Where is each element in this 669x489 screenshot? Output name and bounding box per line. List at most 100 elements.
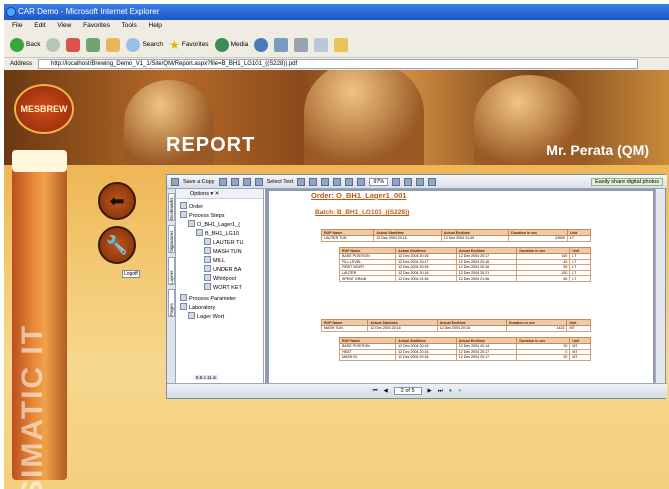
table-row: MASH IN 12 Dec 2004 20:16 12 Dec 2004 20:1…: [338, 354, 591, 361]
first-page-icon[interactable]: ⏮: [373, 388, 378, 395]
pdf-navigation-bar: ⏮ ◀ 2 of 5 ▶ ⏭ ● ●: [167, 383, 667, 398]
menu-view[interactable]: View: [57, 22, 71, 29]
stop-icon[interactable]: [66, 37, 81, 52]
tab-pages[interactable]: Pages: [168, 289, 175, 317]
save-icon[interactable]: [171, 177, 179, 186]
window-title: CAR Demo - Microsoft Internet Explorer: [18, 7, 160, 16]
bookmark-order[interactable]: Order: [180, 202, 203, 211]
back-arrow-icon: [10, 37, 24, 52]
select-text-button[interactable]: Select Text: [267, 179, 294, 185]
bookmark-process-parameter[interactable]: Process Parameter: [180, 294, 236, 303]
wrench-icon: 🔧: [105, 234, 129, 255]
fit-width-icon[interactable]: [345, 177, 354, 186]
mash-steps-table: RUP Name Actual Starttime Actual Endtime…: [338, 337, 591, 361]
snapshot-icon[interactable]: [297, 177, 306, 186]
previous-page-icon[interactable]: ◀: [384, 388, 388, 394]
table-row: SPENT GRAIN 12 Dec 2004 21:46 12 Dec 2004 …: [338, 275, 591, 282]
last-page-icon[interactable]: ⏭: [438, 388, 443, 395]
help-icon[interactable]: [428, 177, 437, 186]
tab-signatures[interactable]: Signatures: [168, 225, 175, 253]
history-icon[interactable]: [254, 37, 269, 52]
mail-icon[interactable]: [274, 37, 289, 52]
address-label: Address: [10, 61, 33, 67]
media-button[interactable]: Media: [214, 37, 248, 52]
options-menu[interactable]: Options ▾ ✕: [176, 189, 263, 199]
lauter-steps-table: RUP Name Actual Starttime Actual Endtime…: [338, 247, 591, 282]
web-page: MESBREW REPORT Mr. Perata (QM) SIMATIC I…: [4, 70, 669, 489]
go-forward-icon[interactable]: ●: [458, 388, 461, 394]
rotate-right-icon[interactable]: [416, 177, 425, 186]
menu-help[interactable]: Help: [149, 22, 162, 29]
mesbrew-logo[interactable]: MESBREW: [14, 84, 74, 134]
bookmark-mill[interactable]: MILL: [204, 256, 225, 265]
menu-tools[interactable]: Tools: [122, 22, 137, 29]
edit-icon[interactable]: [314, 37, 329, 52]
zoom-out-icon[interactable]: [357, 177, 366, 186]
search-button[interactable]: Search: [126, 37, 163, 52]
bookmark-under-back[interactable]: UNDER BA: [204, 265, 241, 274]
page-title: REPORT: [166, 134, 256, 156]
page-indicator[interactable]: 2 of 5: [393, 387, 422, 395]
bookmark-lager-wort[interactable]: Lager Wort: [188, 312, 224, 321]
browser-window: CAR Demo - Microsoft Internet Explorer F…: [4, 4, 669, 489]
document-page: Order: O_BH1_Lager1_001 Batch: B_BH1_LG1…: [269, 191, 653, 385]
batch-title: Batch: B_BH1_LG101_((S228)): [315, 209, 410, 216]
menu-edit[interactable]: Edit: [34, 22, 45, 29]
bookmark-lauter-tun[interactable]: LAUTER TU: [204, 238, 243, 247]
rotate-left-icon[interactable]: [404, 177, 413, 186]
search-icon: [126, 37, 141, 52]
fit-page-icon[interactable]: [333, 177, 342, 186]
media-icon: [214, 37, 229, 52]
arrow-left-icon: ⬅: [109, 190, 125, 211]
zoom-icon[interactable]: [309, 177, 318, 186]
logoff-label[interactable]: Logoff: [122, 270, 140, 278]
back-nav-button[interactable]: ⬅: [98, 182, 136, 220]
email-icon[interactable]: [230, 177, 239, 186]
zoom-in-icon[interactable]: [392, 177, 401, 186]
hand-tool-icon[interactable]: [254, 177, 263, 186]
save-copy-button[interactable]: Save a Copy: [183, 179, 215, 185]
address-input[interactable]: http://localhost/Brewing_Demo_V1_1/Site/…: [38, 59, 638, 69]
title-bar: CAR Demo - Microsoft Internet Explorer: [4, 4, 669, 20]
bookmark-whirlpool[interactable]: Whirlpool: [204, 274, 236, 283]
ie-logo-icon: [6, 7, 16, 17]
simatic-brand: SIMATIC IT: [16, 323, 49, 489]
refresh-icon[interactable]: [86, 37, 101, 52]
bookmarks-panel: Options ▾ ✕ Order Process Steps O_BH1_La…: [176, 189, 264, 385]
digital-photos-button[interactable]: Easily share digital photos: [591, 177, 663, 186]
tab-bookmarks[interactable]: Bookmarks: [168, 193, 175, 221]
user-name: Mr. Perata (QM): [546, 142, 649, 158]
document-area: Order: O_BH1_Lager1_001 Batch: B_BH1_LG1…: [265, 189, 657, 385]
table-row: MASH TUN 12 Dec 2004 20:16 12 Dec 2004 2…: [320, 325, 591, 332]
browser-toolbar: Back Search ★ Favorites Media: [4, 32, 669, 58]
zoom-level[interactable]: 97%: [369, 177, 389, 186]
menu-favorites[interactable]: Favorites: [83, 22, 110, 29]
next-page-icon[interactable]: ▶: [428, 388, 432, 394]
lauter-tun-table: RUP Name Actual Starttime Actual Endtime…: [320, 229, 591, 242]
bookmark-laboratory[interactable]: Laboratory: [180, 303, 215, 312]
go-back-icon[interactable]: ●: [449, 388, 452, 394]
folder-icon[interactable]: [334, 37, 349, 52]
bookmark-batch[interactable]: B_BH1_LG10: [196, 229, 239, 238]
forward-arrow-icon[interactable]: [46, 37, 61, 52]
back-button[interactable]: Back: [10, 37, 40, 52]
bookmark-mash-tun[interactable]: MASH TUN: [204, 247, 242, 256]
order-title: Order: O_BH1_Lager1_001: [311, 191, 407, 200]
bookmark-order-item[interactable]: O_BH1_Lager1_(: [188, 220, 240, 229]
mash-tun-table: RUP Name Actual Starttime Actual Endtime…: [320, 319, 591, 332]
tool-nav-button[interactable]: 🔧: [98, 226, 136, 264]
vertical-scrollbar[interactable]: [655, 189, 665, 385]
home-icon[interactable]: [106, 37, 121, 52]
favorites-button[interactable]: ★ Favorites: [169, 38, 209, 52]
find-icon[interactable]: [242, 177, 251, 186]
menu-bar: File Edit View Favorites Tools Help: [4, 20, 669, 32]
pdf-toolbar: Save a Copy Select Text 97% Easily share…: [167, 175, 667, 189]
page-size-label: 8.5 x 11 in: [194, 375, 219, 380]
print-icon[interactable]: [218, 177, 227, 186]
print-icon[interactable]: [294, 37, 309, 52]
menu-file[interactable]: File: [12, 22, 22, 29]
bookmark-wort-kettle[interactable]: WORT KET: [204, 283, 242, 292]
actual-size-icon[interactable]: [321, 177, 330, 186]
tab-layers[interactable]: Layers: [168, 257, 175, 285]
bookmark-process-steps[interactable]: Process Steps: [180, 211, 224, 220]
